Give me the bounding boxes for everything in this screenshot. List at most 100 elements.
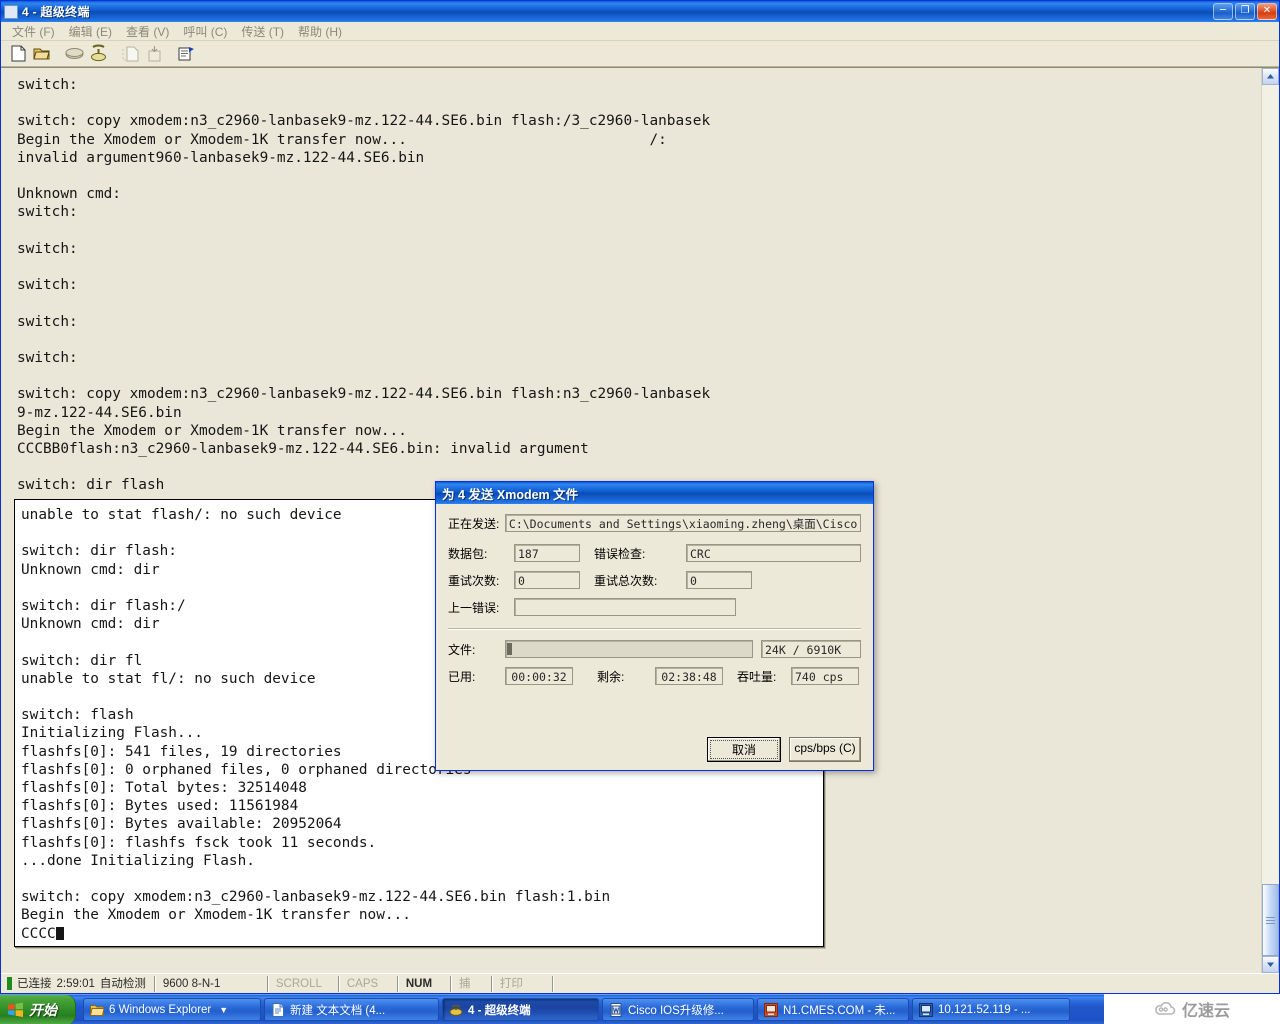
menu-help[interactable]: 帮助 (H) [291, 22, 349, 41]
status-caps: CAPS [346, 977, 379, 990]
taskbar-item-n1-cmes-com[interactable]: N1.CMES.COM - 未... [757, 998, 909, 1021]
menu-edit[interactable]: 编辑 (E) [62, 22, 119, 41]
scroll-up-button[interactable] [1262, 68, 1279, 85]
scrollbar-track[interactable] [1262, 85, 1279, 956]
toolbar [1, 41, 1279, 67]
last-error-field [514, 598, 736, 616]
cps-bps-button-label: cps/bps (C) [794, 741, 856, 755]
taskbar-label: Cisco IOS升级修... [628, 1004, 724, 1017]
taskbar-item-windows-explorer[interactable]: 6 Windows Explorer ▼ [83, 998, 261, 1021]
scrollbar-thumb[interactable] [1262, 884, 1279, 956]
windows-flag-icon [8, 1002, 23, 1017]
terminal-top-text: switch: switch: copy xmodem:n3_c2960-lan… [17, 77, 711, 494]
taskbar-item-10-121-52-119[interactable]: 10.121.52.119 - ... [912, 998, 1070, 1021]
menu-file[interactable]: 文件 (F) [5, 22, 62, 41]
taskbar-buttons: 6 Windows Explorer ▼ 新建 文本文档 (4... 4 - 超… [76, 998, 1184, 1021]
text-cursor [55, 926, 64, 940]
new-connection-icon[interactable] [6, 43, 30, 65]
dialog-body: 正在发送: C:\Documents and Settings\xiaoming… [436, 504, 873, 770]
sending-label: 正在发送: [448, 516, 500, 531]
word-icon [610, 1002, 622, 1017]
taskbar-item-cisco-doc[interactable]: Cisco IOS升级修... [602, 998, 754, 1021]
cloud-icon [1155, 1001, 1176, 1015]
taskbar-item-hyperterminal[interactable]: 4 - 超级终端 [442, 998, 599, 1021]
retries-field: 0 [514, 571, 580, 589]
cps-bps-button[interactable]: cps/bps (C) [789, 737, 861, 762]
row-packet: 数据包: 187 错误检查: CRC [448, 544, 861, 562]
status-scroll: SCROLL [275, 977, 322, 990]
errorcheck-field: CRC [686, 544, 861, 562]
status-print: 打印 [499, 977, 523, 990]
dialog-separator [448, 628, 861, 629]
start-button[interactable]: 开始 [0, 994, 76, 1024]
open-folder-icon[interactable] [30, 43, 54, 65]
taskbar-label: 新建 文本文档 (4... [290, 1004, 386, 1017]
row-last-error: 上一错误: [448, 598, 861, 616]
properties-icon[interactable] [174, 43, 198, 65]
scrollbar-grip [1266, 916, 1275, 924]
total-retries-field: 0 [686, 571, 752, 589]
minimize-button[interactable]: ─ [1213, 3, 1233, 20]
rdp-icon [764, 1002, 778, 1017]
taskbar-label: 6 Windows Explorer [109, 1003, 212, 1016]
row-times: 已用: 00:00:32 剩余: 02:38:48 吞吐量: 740 cps [448, 667, 861, 685]
taskbar-label: N1.CMES.COM - 未... [783, 1004, 896, 1017]
status-divider-1 [153, 975, 155, 992]
packet-label: 数据包: [448, 546, 488, 561]
file-progress-fill [507, 643, 512, 655]
dialog-title: 为 4 发送 Xmodem 文件 [442, 487, 579, 502]
status-elapsed: 2:59:01 [56, 977, 95, 990]
status-connected-label: 已连接 [17, 977, 52, 990]
hangup-icon[interactable] [86, 43, 110, 65]
status-num: NUM [405, 977, 433, 990]
statusbar: 已连接 2:59:01 自动检测 9600 8-N-1 SCROLL CAPS … [1, 973, 1279, 993]
scroll-down-button[interactable] [1262, 956, 1279, 973]
terminal-scrollbar[interactable] [1261, 68, 1279, 973]
watermark-text: 亿速云 [1181, 1003, 1230, 1020]
connection-led-icon [7, 977, 12, 990]
status-detect: 自动检测 [99, 977, 146, 990]
taskbar-item-notepad[interactable]: 新建 文本文档 (4... [264, 998, 439, 1021]
errorcheck-label: 错误检查: [594, 546, 646, 561]
folder-icon [90, 1004, 104, 1016]
file-label: 文件: [448, 642, 476, 657]
row-file: 文件: 24K / 6910K [448, 640, 861, 658]
remaining-field: 02:38:48 [655, 667, 723, 685]
menu-view[interactable]: 查看 (V) [119, 22, 176, 41]
dial-icon[interactable] [62, 43, 86, 65]
elapsed-field: 00:00:32 [505, 667, 573, 685]
retries-label: 重试次数: [448, 573, 500, 588]
remaining-label: 剩余: [597, 669, 625, 684]
taskbar-label: 10.121.52.119 - ... [938, 1003, 1031, 1016]
rdp-icon [919, 1002, 933, 1017]
window-titlebar: 4 - 超级终端 ─ ❐ ✕ [1, 1, 1279, 22]
notepad-icon [272, 1002, 284, 1017]
taskbar: 开始 6 Windows Explorer ▼ 新建 文本文档 (4... 4 … [0, 994, 1280, 1024]
menubar: 文件 (F) 编辑 (E) 查看 (V) 呼叫 (C) 传送 (T) 帮助 (H… [1, 22, 1279, 41]
status-capture: 捕 [458, 977, 471, 990]
maximize-button[interactable]: ❐ [1235, 3, 1255, 20]
throughput-field: 740 cps [791, 667, 859, 685]
close-icon: ✕ [1262, 5, 1272, 16]
status-connection: 已连接 2:59:01 自动检测 [1, 975, 152, 993]
elapsed-label: 已用: [448, 669, 476, 684]
receive-file-icon[interactable] [142, 43, 166, 65]
send-file-icon[interactable] [118, 43, 142, 65]
close-button[interactable]: ✕ [1257, 3, 1277, 20]
status-divider-3 [337, 975, 339, 992]
screen: 4 - 超级终端 ─ ❐ ✕ 文件 (F) 编辑 (E) 查看 (V) 呼叫 (… [0, 0, 1280, 1024]
hyperterminal-icon [4, 4, 18, 19]
window-title: 4 - 超级终端 [22, 5, 90, 19]
xmodem-send-dialog: 为 4 发送 Xmodem 文件 正在发送: C:\Documents and … [435, 481, 874, 771]
status-divider-2 [266, 975, 268, 992]
last-error-label: 上一错误: [448, 600, 500, 615]
cancel-button[interactable]: 取消 [707, 737, 781, 762]
total-retries-label: 重试总次数: [594, 573, 658, 588]
dialog-titlebar: 为 4 发送 Xmodem 文件 [436, 482, 873, 504]
chevron-down-icon[interactable]: ▼ [219, 1005, 228, 1015]
row-retries: 重试次数: 0 重试总次数: 0 [448, 571, 861, 589]
menu-call[interactable]: 呼叫 (C) [176, 22, 234, 41]
maximize-icon: ❐ [1240, 5, 1250, 16]
menu-transfer[interactable]: 传送 (T) [234, 22, 291, 41]
status-divider-4 [396, 975, 398, 992]
